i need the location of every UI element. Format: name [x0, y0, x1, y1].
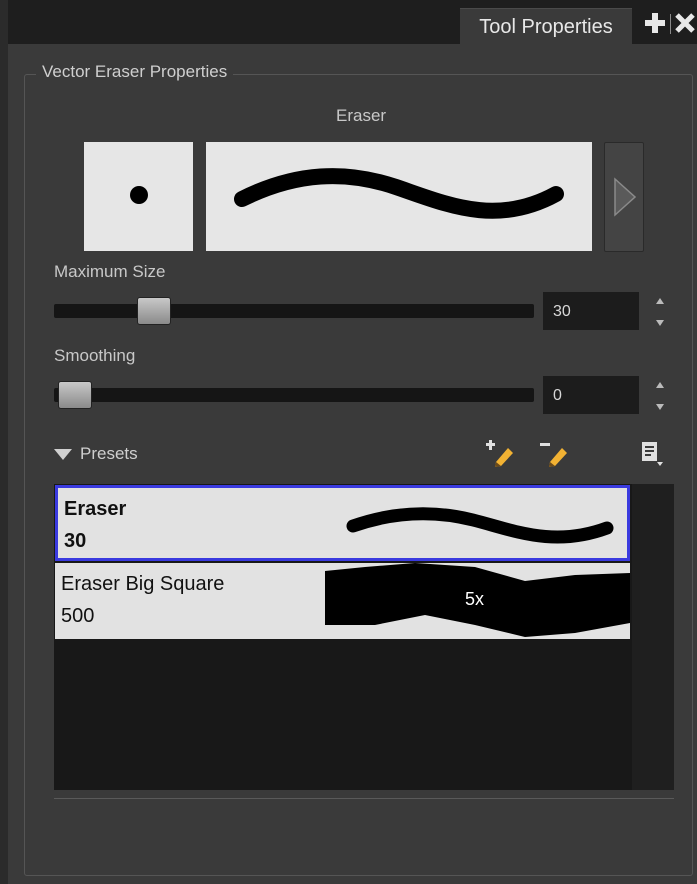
presets-list: Eraser 30 Eraser Big Square 500 5x [54, 484, 674, 790]
preset-name: Eraser Big Square [61, 573, 225, 595]
delete-preset-icon[interactable] [540, 438, 570, 468]
tip-label: Eraser [336, 106, 387, 125]
smoothing-label: Smoothing [54, 346, 136, 365]
add-icon[interactable] [644, 12, 666, 34]
preset-row-eraser-big-square[interactable]: Eraser Big Square 500 5x [55, 563, 630, 639]
tip-library-button[interactable] [604, 142, 644, 252]
smoothing-input[interactable]: 0 [543, 376, 639, 414]
preset-name: Eraser [64, 498, 127, 520]
group-title: Vector Eraser Properties [36, 62, 234, 82]
max-size-spinner[interactable] [653, 294, 667, 330]
play-arrow-icon [614, 177, 637, 217]
list-scrollbar[interactable] [632, 484, 674, 790]
smoothing-slider-thumb[interactable] [58, 381, 92, 409]
preset-menu-icon[interactable] [638, 440, 668, 470]
preset-size: 30 [64, 530, 87, 552]
max-size-label: Maximum Size [54, 262, 166, 281]
stroke-preview [206, 142, 592, 251]
max-size-slider-thumb[interactable] [137, 297, 172, 325]
max-size-slider[interactable] [54, 304, 534, 318]
tip-size-preview [84, 142, 193, 251]
tab-tool-properties[interactable]: Tool Properties [460, 8, 632, 45]
chevron-down-icon [54, 449, 72, 461]
new-preset-icon[interactable] [486, 438, 516, 468]
preset-size: 500 [61, 605, 95, 627]
smoothing-spinner[interactable] [653, 378, 667, 414]
spin-up-icon [656, 298, 664, 304]
max-size-input[interactable]: 30 [543, 292, 639, 330]
presets-label: Presets [80, 444, 138, 463]
preset-stroke-preview [346, 507, 614, 544]
tool-properties-panel: Tool Properties Vector Eraser Properties… [8, 0, 697, 884]
spin-down-icon [656, 320, 664, 326]
spin-up-icon [656, 382, 664, 388]
preset-row-eraser[interactable]: Eraser 30 [55, 485, 630, 561]
tab-separator [670, 14, 671, 34]
tab-bar: Tool Properties [8, 0, 697, 45]
presets-toggle[interactable]: Presets [54, 444, 138, 464]
stroke-preview-curve [234, 168, 564, 219]
properties-body: Vector Eraser Properties Eraser Maximum … [16, 44, 697, 884]
list-divider [54, 798, 674, 799]
close-icon[interactable] [674, 12, 696, 34]
smoothing-slider[interactable] [54, 388, 534, 402]
spin-down-icon [656, 404, 664, 410]
preset-overlay-label: 5x [465, 589, 485, 609]
tip-dot [130, 186, 148, 204]
